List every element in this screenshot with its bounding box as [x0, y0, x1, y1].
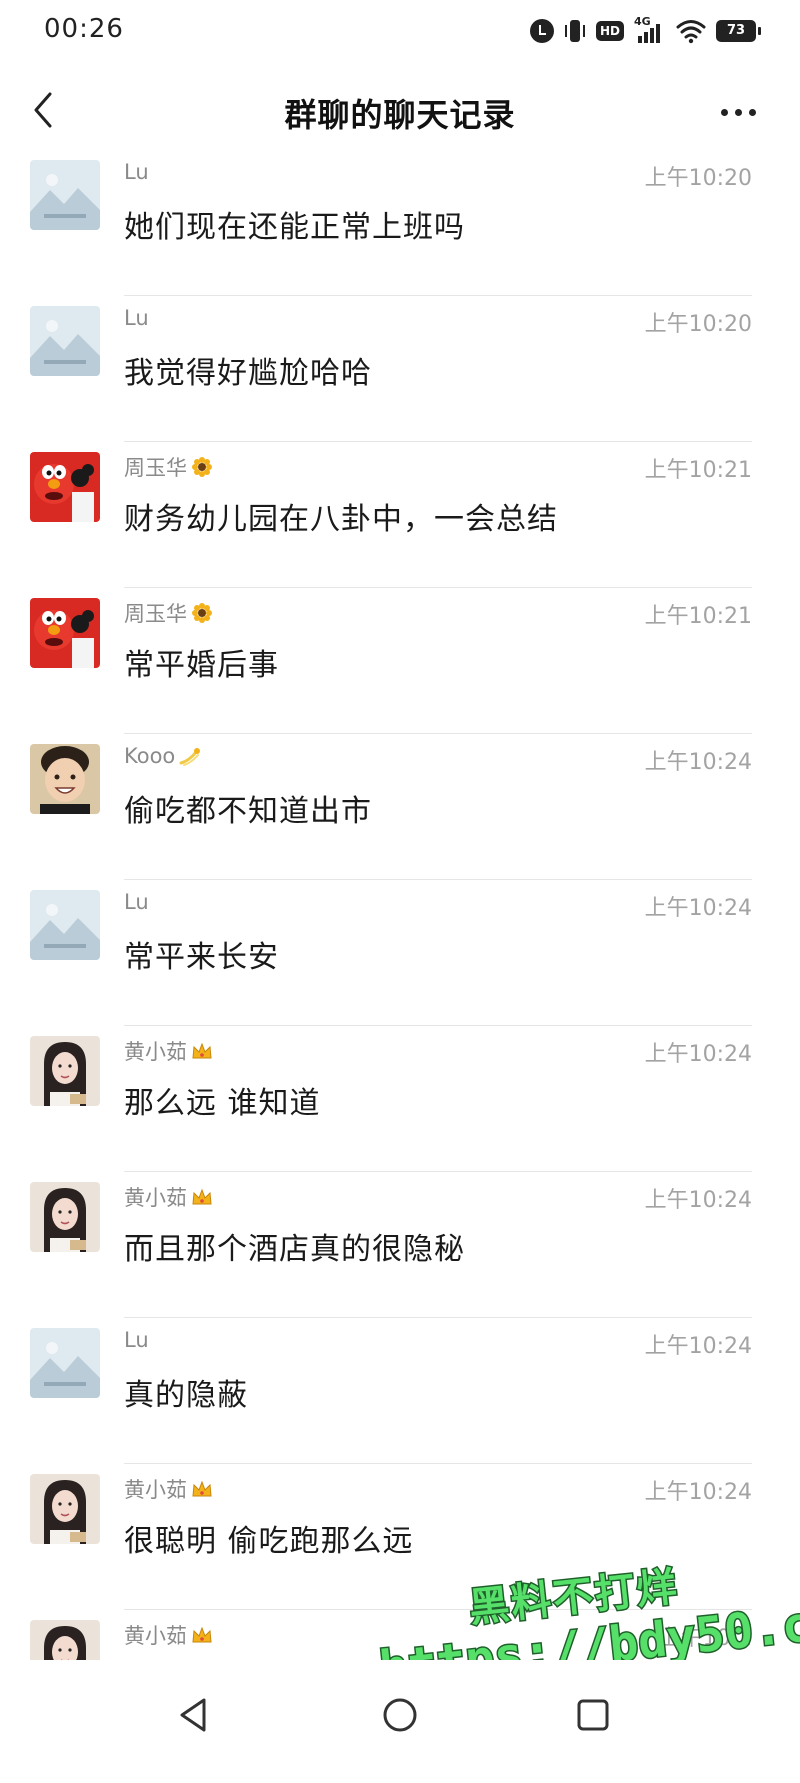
- sender-name: 黄小茹: [124, 1036, 213, 1066]
- sender-name-label: Lu: [124, 306, 149, 330]
- avatar[interactable]: [30, 452, 100, 522]
- chat-message-row[interactable]: 黄小茹 上午10:24 而且那个酒店真的很隐秘: [0, 1172, 800, 1318]
- message-text: 她们现在还能正常上班吗: [124, 210, 465, 245]
- sender-name: Lu: [124, 306, 149, 330]
- sender-name-label: Lu: [124, 890, 149, 914]
- message-text: 而且那个酒店真的很隐秘: [124, 1232, 465, 1267]
- sender-name: Lu: [124, 160, 149, 184]
- message-time: 上午10:24: [644, 1334, 752, 1359]
- message-time: 上午10:24: [644, 1188, 752, 1213]
- circle-home-icon: [383, 1698, 417, 1732]
- hd-voice-icon: HD: [595, 21, 624, 41]
- avatar[interactable]: [30, 1036, 100, 1106]
- avatar[interactable]: [30, 306, 100, 376]
- sender-name-label: 黄小茹: [124, 1186, 187, 1210]
- status-time: 00:26: [44, 14, 124, 44]
- message-text: 我觉得好尴尬哈哈: [124, 356, 372, 391]
- message-text: 那么远 谁知道: [124, 1086, 321, 1121]
- avatar[interactable]: [30, 1182, 100, 1252]
- chat-message-row[interactable]: 周玉华 上午10:21 财务幼儿园在八卦中，一会总结: [0, 442, 800, 588]
- chat-message-row[interactable]: 黄小茹 上午10:24 那么远 谁知道: [0, 1026, 800, 1172]
- chat-message-row[interactable]: Lu 上午10:20 她们现在还能正常上班吗: [0, 150, 800, 296]
- title-bar: 群聊的聊天记录: [0, 62, 800, 158]
- sender-name: Lu: [124, 890, 149, 914]
- sender-name: 黄小茹: [124, 1474, 213, 1504]
- sender-name: 黄小茹: [124, 1620, 213, 1650]
- sender-name: Kooo: [124, 744, 201, 768]
- chat-message-row[interactable]: 周玉华 上午10:21 常平婚后事: [0, 588, 800, 734]
- message-time: 上午10:21: [644, 604, 752, 629]
- crown-icon: [191, 1040, 213, 1062]
- nav-recents-button[interactable]: [568, 1690, 618, 1740]
- sender-name: Lu: [124, 1328, 149, 1352]
- chat-message-row[interactable]: Lu 上午10:24 常平来长安: [0, 880, 800, 1026]
- avatar[interactable]: [30, 160, 100, 230]
- sender-name-label: Kooo: [124, 744, 176, 768]
- sunflower-icon: [191, 456, 213, 478]
- avatar[interactable]: [30, 598, 100, 668]
- sender-name-label: 黄小茹: [124, 1624, 187, 1648]
- alarm-icon: [529, 19, 554, 43]
- message-text: 真的隐蔽: [124, 1378, 248, 1413]
- message-text: 财务幼儿园在八卦中，一会总结: [124, 502, 558, 537]
- message-time: 上午10:24: [644, 1480, 752, 1505]
- comet-icon: [179, 745, 201, 767]
- crown-icon: [191, 1186, 213, 1208]
- chat-message-row[interactable]: Lu 上午10:20 我觉得好尴尬哈哈: [0, 296, 800, 442]
- battery-icon: 73: [716, 20, 761, 42]
- nav-back-button[interactable]: [170, 1690, 220, 1740]
- message-list[interactable]: Lu 上午10:20 她们现在还能正常上班吗 Lu 上午10:20 我觉得好尴尬哈哈周玉华…: [0, 150, 800, 1756]
- status-bar: 00:26 HD 4G 73: [0, 0, 800, 62]
- chat-message-row[interactable]: Kooo 上午10:24 偷吃都不知道出市: [0, 734, 800, 880]
- square-recents-icon: [577, 1699, 609, 1731]
- vibrate-icon: [564, 19, 586, 43]
- message-time: 上午10:2: [658, 1626, 752, 1651]
- avatar[interactable]: [30, 1474, 100, 1544]
- sender-name-label: 黄小茹: [124, 1040, 187, 1064]
- page-title: 群聊的聊天记录: [284, 96, 516, 134]
- message-text: 很聪明 偷吃跑那么远: [124, 1524, 414, 1559]
- sender-name-label: Lu: [124, 160, 149, 184]
- message-time: 上午10:24: [644, 896, 752, 921]
- sender-name: 周玉华: [124, 598, 213, 628]
- nav-home-button[interactable]: [375, 1690, 425, 1740]
- sunflower-icon: [191, 602, 213, 624]
- chat-message-row[interactable]: 黄小茹 上午10:24 很聪明 偷吃跑那么远: [0, 1464, 800, 1610]
- system-nav-bar: [0, 1660, 800, 1783]
- message-time: 上午10:20: [644, 166, 752, 191]
- message-time: 上午10:24: [644, 1042, 752, 1067]
- more-options-button[interactable]: [708, 92, 768, 132]
- crown-icon: [191, 1624, 213, 1646]
- triangle-back-icon: [180, 1698, 206, 1732]
- avatar[interactable]: [30, 744, 100, 814]
- crown-icon: [191, 1478, 213, 1500]
- sender-name: 黄小茹: [124, 1182, 213, 1212]
- status-icons: HD 4G 73: [529, 15, 761, 46]
- message-time: 上午10:24: [644, 750, 752, 775]
- more-dots-icon: [720, 108, 728, 116]
- cellular-signal-icon: 4G: [634, 15, 666, 45]
- sender-name-label: 周玉华: [124, 456, 187, 480]
- wifi-icon: [676, 18, 706, 44]
- message-text: 常平来长安: [124, 940, 279, 975]
- message-time: 上午10:21: [644, 458, 752, 483]
- sender-name-label: 黄小茹: [124, 1478, 187, 1502]
- sender-name-label: Lu: [124, 1328, 149, 1352]
- avatar[interactable]: [30, 890, 100, 960]
- sender-name: 周玉华: [124, 452, 213, 482]
- sender-name-label: 周玉华: [124, 602, 187, 626]
- chat-message-row[interactable]: Lu 上午10:24 真的隐蔽: [0, 1318, 800, 1464]
- message-time: 上午10:20: [644, 312, 752, 337]
- message-text: 常平婚后事: [124, 648, 279, 683]
- avatar[interactable]: [30, 1328, 100, 1398]
- message-text: 偷吃都不知道出市: [124, 794, 372, 829]
